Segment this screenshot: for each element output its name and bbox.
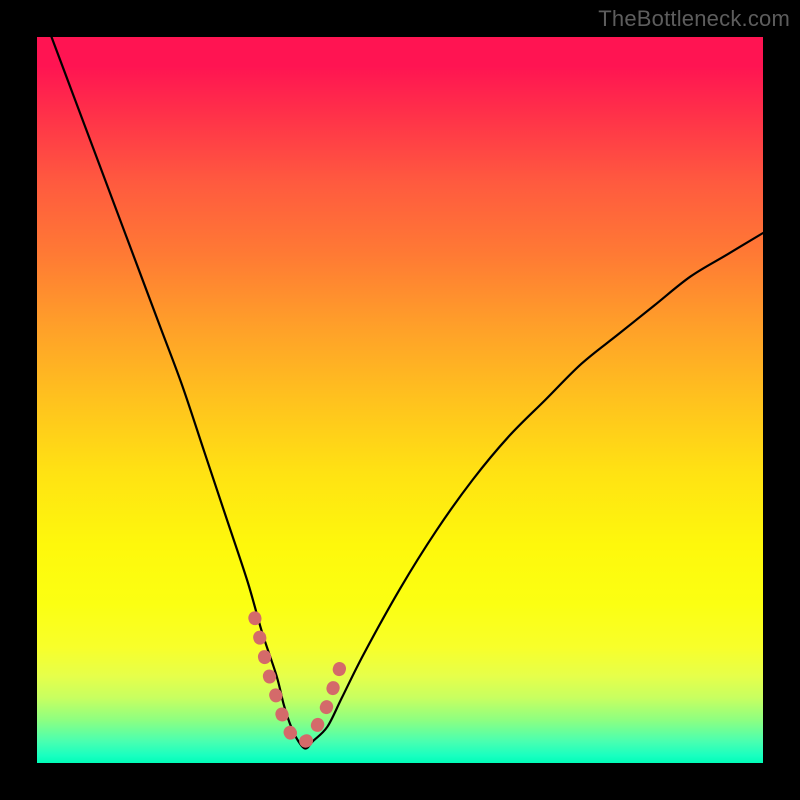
curve-layer: [37, 37, 763, 763]
chart-frame: TheBottleneck.com: [0, 0, 800, 800]
bottleneck-curve: [52, 37, 763, 748]
plot-area: [37, 37, 763, 763]
watermark-text: TheBottleneck.com: [598, 6, 790, 32]
